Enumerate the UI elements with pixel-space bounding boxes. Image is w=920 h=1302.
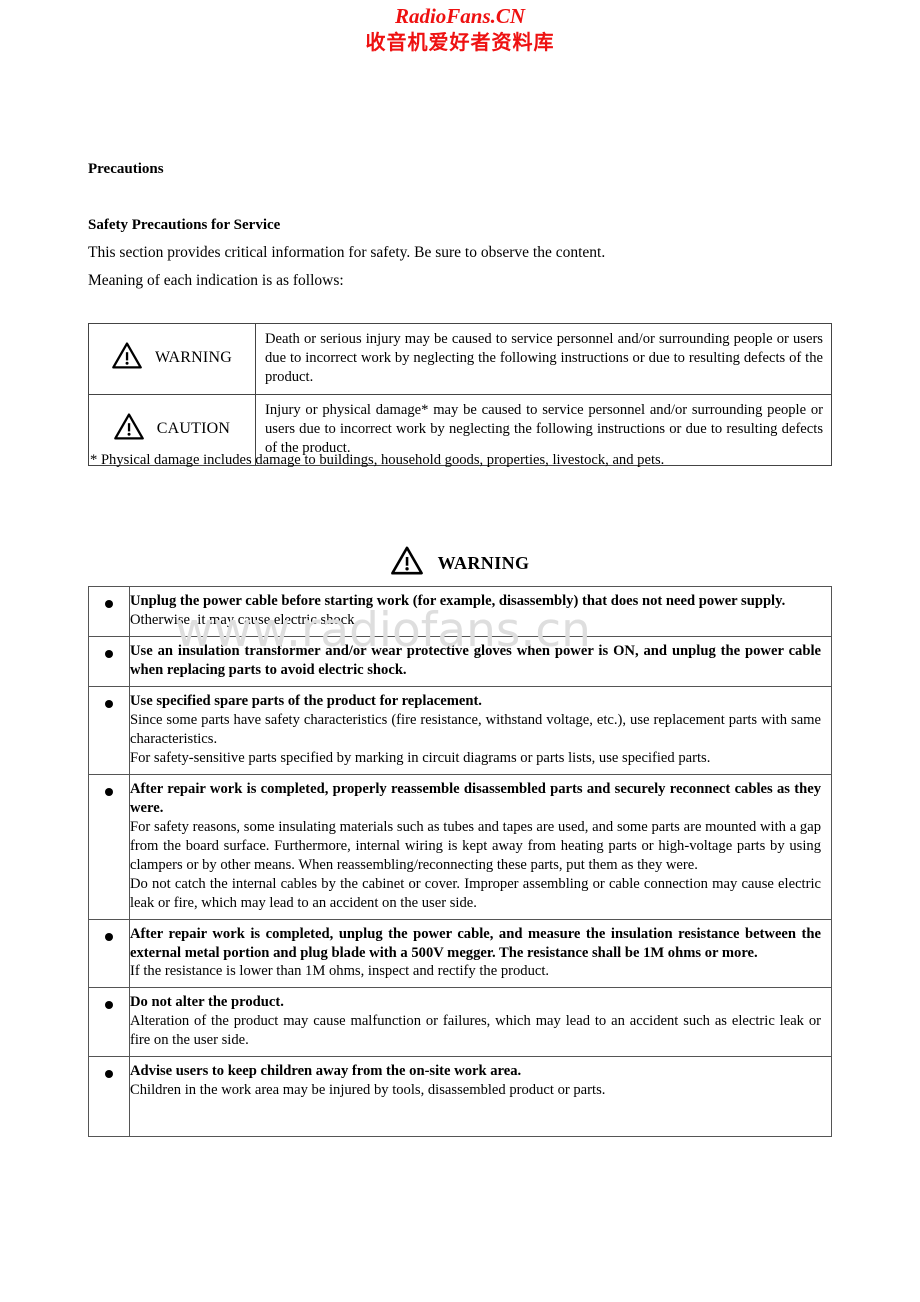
bullet-cell bbox=[88, 586, 130, 637]
table-row: After repair work is completed, unplug t… bbox=[88, 918, 832, 989]
definition-label-text: CAUTION bbox=[156, 420, 231, 438]
table-row: Unplug the power cable before starting w… bbox=[88, 586, 832, 637]
page-title: Precautions bbox=[88, 161, 164, 177]
warning-item-content: After repair work is completed, unplug t… bbox=[129, 918, 832, 989]
bullet-cell bbox=[88, 918, 130, 989]
warning-triangle-icon bbox=[390, 546, 427, 579]
warning-item-heading: Unplug the power cable before starting w… bbox=[130, 593, 786, 609]
warning-item-heading: After repair work is completed, properly… bbox=[130, 780, 821, 816]
bullet-dot-icon bbox=[105, 787, 113, 796]
warning-item-body: If the resistance is lower than 1M ohms,… bbox=[130, 963, 550, 980]
warning-item-content: After repair work is completed, properly… bbox=[129, 773, 832, 920]
site-brand-latin: RadioFans.CN bbox=[394, 4, 526, 28]
intro-line-1: This section provides critical informati… bbox=[88, 244, 606, 261]
warning-item-body: Otherwise, it may cause electric shock. bbox=[130, 611, 359, 628]
warning-item-body: For safety-sensitive parts specified by … bbox=[130, 749, 711, 766]
table-row: WARNING Death or serious injury may be c… bbox=[88, 323, 832, 395]
definition-label-cell-warning: WARNING bbox=[88, 323, 256, 395]
bullet-cell bbox=[88, 685, 130, 775]
footnote-physical-damage: * Physical damage includes damage to bui… bbox=[90, 452, 665, 468]
warning-item-body: Alteration of the product may cause malf… bbox=[130, 1013, 821, 1049]
table-row: Use specified spare parts of the product… bbox=[88, 685, 832, 775]
warning-triangle-icon bbox=[113, 413, 148, 444]
warning-item-body: Do not catch the internal cables by the … bbox=[130, 875, 821, 911]
bullet-cell bbox=[88, 773, 130, 920]
bullet-dot-icon bbox=[105, 699, 113, 708]
table-row: After repair work is completed, properly… bbox=[88, 773, 832, 920]
warning-item-heading: Do not alter the product. bbox=[130, 994, 284, 1011]
warning-banner-label: WARNING bbox=[437, 552, 530, 573]
bullet-dot-icon bbox=[105, 649, 113, 658]
bullet-cell bbox=[88, 987, 130, 1058]
definition-description-warning: Death or serious injury may be caused to… bbox=[255, 323, 832, 395]
intro-line-2: Meaning of each indication is as follows… bbox=[88, 272, 344, 289]
warning-item-content: Use specified spare parts of the product… bbox=[129, 685, 832, 775]
warning-item-body: For safety reasons, some insulating mate… bbox=[130, 818, 821, 873]
site-watermark-header: RadioFans.CN 收音机爱好者资料库 bbox=[0, 0, 920, 54]
indication-definition-table: WARNING Death or serious injury may be c… bbox=[88, 323, 832, 466]
warning-item-content: Advise users to keep children away from … bbox=[129, 1056, 832, 1138]
bullet-cell bbox=[88, 635, 130, 687]
bullet-dot-icon bbox=[105, 600, 113, 608]
warning-item-heading: Advise users to keep children away from … bbox=[130, 1063, 522, 1080]
bullet-dot-icon bbox=[105, 1070, 113, 1079]
warning-item-heading: After repair work is completed, unplug t… bbox=[130, 925, 821, 961]
warning-item-body: Children in the work area may be injured… bbox=[130, 1082, 606, 1099]
table-row: Use an insulation transformer and/or wea… bbox=[88, 635, 832, 687]
warning-item-heading: Use specified spare parts of the product… bbox=[130, 692, 482, 709]
warning-item-body: Since some parts have safety characteris… bbox=[130, 711, 821, 747]
warning-item-content: Use an insulation transformer and/or wea… bbox=[129, 635, 832, 687]
warning-item-heading: Use an insulation transformer and/or wea… bbox=[130, 642, 821, 678]
bullet-dot-icon bbox=[105, 932, 113, 941]
warning-item-content: Do not alter the product. Alteration of … bbox=[129, 987, 832, 1058]
definition-label-text: WARNING bbox=[155, 349, 232, 367]
bullet-cell bbox=[88, 1056, 130, 1138]
site-brand-chinese: 收音机爱好者资料库 bbox=[365, 30, 555, 54]
section-heading-safety: Safety Precautions for Service bbox=[88, 217, 281, 233]
table-row: Do not alter the product. Alteration of … bbox=[88, 987, 832, 1058]
warning-instructions-table: Unplug the power cable before starting w… bbox=[88, 586, 832, 1138]
table-row: Advise users to keep children away from … bbox=[88, 1056, 832, 1138]
warning-triangle-icon bbox=[112, 342, 146, 373]
bullet-dot-icon bbox=[105, 1001, 113, 1010]
warning-banner: WARNING bbox=[88, 546, 832, 580]
warning-item-content: Unplug the power cable before starting w… bbox=[129, 586, 832, 637]
